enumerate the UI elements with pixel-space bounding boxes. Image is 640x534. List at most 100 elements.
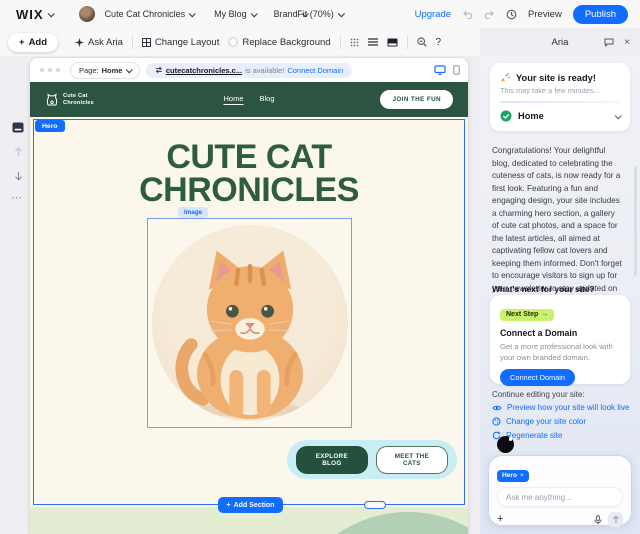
publish-button[interactable]: Publish: [573, 5, 628, 24]
traffic-dots: [40, 68, 60, 72]
meet-the-cats-button[interactable]: MEET THE CATS: [376, 446, 448, 474]
redo-button[interactable]: [484, 9, 495, 19]
regenerate-site-label: Regenerate site: [506, 431, 562, 440]
clock-icon: [506, 9, 517, 20]
media-button[interactable]: [387, 38, 398, 47]
replace-background-label: Replace Background: [242, 37, 330, 48]
continue-editing-label: Continue editing your site:: [492, 390, 585, 399]
ask-aria-label: Ask Aria: [88, 37, 123, 48]
site-preview: Cute Cat Chronicles Home Blog JOIN THE F…: [30, 82, 468, 534]
page-selector[interactable]: Page: Home: [70, 62, 140, 79]
hero-context-chip[interactable]: Hero ×: [497, 470, 529, 482]
swap-icon: [155, 66, 163, 74]
domain-bar[interactable]: cutecatchronicles.c... is available! Con…: [146, 63, 352, 78]
chevron-down-icon: [47, 10, 54, 17]
zoom-tool-button[interactable]: [417, 37, 427, 47]
nav-blog-link[interactable]: Blog: [260, 94, 275, 106]
chip-close-icon[interactable]: ×: [520, 472, 524, 479]
comment-icon: [604, 38, 614, 47]
explore-blog-button[interactable]: EXPLORE BLOG: [296, 446, 368, 474]
site-nav: Home Blog: [223, 94, 274, 106]
section-more-button[interactable]: ⋯: [11, 191, 23, 204]
cat-logo-icon: [45, 93, 59, 107]
plus-icon: +: [19, 37, 25, 48]
voice-input-button[interactable]: [594, 515, 602, 525]
section-tool-button[interactable]: [12, 122, 24, 133]
image-element-badge[interactable]: Image: [178, 207, 208, 218]
aria-chat-box: Hero × +: [488, 455, 632, 526]
send-button[interactable]: [608, 512, 623, 527]
divider: [340, 36, 341, 49]
move-section-down-button[interactable]: [14, 171, 23, 181]
replace-background-button[interactable]: Replace Background: [228, 37, 330, 48]
arrow-up-icon: [612, 515, 620, 524]
editor-toolbar: + Add Ask Aria Change Layout Replace Bac…: [0, 28, 480, 56]
site-avatar[interactable]: [79, 6, 95, 22]
undo-icon: [462, 9, 473, 19]
my-blog-menu[interactable]: My Blog: [214, 9, 256, 19]
pattern-button[interactable]: [350, 38, 359, 47]
section-icon: [12, 122, 24, 133]
preview-site-link[interactable]: Preview how your site will look live: [492, 403, 629, 412]
help-button[interactable]: ?: [436, 37, 442, 48]
site-name-menu[interactable]: Cute Cat Chronicles: [105, 9, 195, 19]
aria-chat-input[interactable]: [497, 487, 623, 507]
page-label: Page:: [79, 66, 99, 75]
chevron-down-icon: [615, 112, 622, 119]
undo-button[interactable]: [462, 9, 473, 19]
attach-button[interactable]: +: [497, 514, 503, 525]
move-section-up-button[interactable]: [14, 147, 23, 157]
section-resize-handle[interactable]: [364, 501, 386, 509]
help-icon: ?: [436, 37, 442, 48]
change-layout-button[interactable]: Change Layout: [142, 37, 219, 48]
ready-page-row[interactable]: Home: [500, 110, 620, 122]
microphone-icon: [594, 515, 602, 525]
join-the-fun-button[interactable]: JOIN THE FUN: [380, 90, 453, 109]
site-history-button[interactable]: [506, 9, 517, 20]
connect-domain-button[interactable]: Connect Domain: [500, 369, 575, 386]
hero-title[interactable]: CUTE CAT CHRONICLES: [30, 141, 468, 208]
magnifier-icon: [417, 37, 427, 47]
panel-scrollbar[interactable]: [634, 166, 637, 276]
zoom-level-menu[interactable]: Fit (70%): [297, 9, 343, 19]
connect-domain-link[interactable]: Connect Domain: [287, 66, 343, 75]
editor-topbar: WIX Cute Cat Chronicles My Blog Brand Fi…: [0, 0, 640, 28]
add-label: Add: [29, 37, 47, 48]
media-icon: [387, 38, 398, 47]
plus-icon: +: [227, 502, 231, 509]
change-color-link[interactable]: Change your site color: [492, 417, 586, 426]
nav-home-link[interactable]: Home: [223, 94, 243, 106]
cta-button-group: EXPLORE BLOG MEET THE CATS: [287, 440, 457, 479]
lines-icon: [368, 38, 378, 46]
add-button[interactable]: + Add: [8, 33, 58, 52]
divider: [132, 36, 133, 49]
hero-image-selection[interactable]: [147, 218, 352, 428]
mobile-view-button[interactable]: [453, 65, 460, 75]
whats-next-heading: What's next for your site?: [492, 284, 595, 294]
comments-button[interactable]: [604, 38, 614, 47]
ask-aria-button[interactable]: Ask Aria: [75, 37, 123, 48]
change-layout-label: Change Layout: [155, 37, 219, 48]
plus-icon: +: [497, 513, 503, 525]
divider: [407, 36, 408, 49]
domain-text: cutecatchronicles.c...: [166, 66, 242, 75]
hero-section[interactable]: Hero CUTE CAT CHRONICLES Image: [30, 117, 468, 507]
arrow-right-icon: →: [541, 311, 548, 318]
arrow-up-icon: [14, 147, 23, 157]
aria-panel-header: Aria ×: [480, 28, 640, 56]
desktop-view-button[interactable]: [434, 65, 446, 75]
close-panel-button[interactable]: ×: [624, 37, 630, 48]
site-header[interactable]: Cute Cat Chronicles Home Blog JOIN THE F…: [30, 82, 468, 117]
check-circle-icon: [500, 110, 512, 122]
add-section-button[interactable]: + Add Section: [218, 497, 283, 513]
page-name: Home: [102, 66, 123, 75]
zoom-level-label: Fit (70%): [297, 9, 334, 19]
list-view-button[interactable]: [368, 38, 378, 46]
upgrade-link[interactable]: Upgrade: [415, 9, 451, 20]
monitor-icon: [434, 65, 446, 75]
site-ready-card: Your site is ready! This may take a few …: [490, 63, 630, 131]
layout-grid-icon: [142, 38, 151, 47]
wix-menu[interactable]: WIX: [16, 7, 53, 22]
hero-section-badge[interactable]: Hero: [35, 120, 65, 132]
preview-button[interactable]: Preview: [528, 9, 562, 20]
